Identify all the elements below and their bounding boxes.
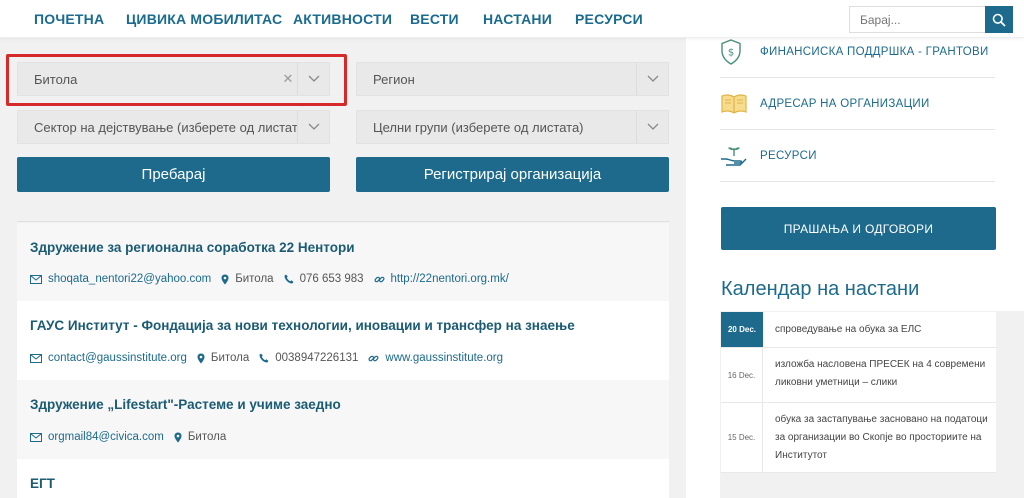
phone-icon: [259, 353, 269, 363]
calendar-title: Календар на настани: [721, 278, 920, 300]
event-text[interactable]: спроведување на обука за ЕЛС: [775, 321, 988, 339]
event-text[interactable]: обука за застапување засновано на подато…: [775, 411, 988, 465]
envelope-icon: [30, 274, 42, 284]
result-city: Битола: [210, 352, 250, 364]
sidebar-item-label: ФИНАНСИСКА ПОДДРШКА - ГРАНТОВИ: [760, 45, 989, 58]
event-date: 16 Dec.: [721, 348, 763, 402]
result-website[interactable]: www.gaussinstitute.org: [385, 352, 503, 364]
search-input[interactable]: [849, 6, 985, 33]
result-email[interactable]: shoqata_nentori22@yahoo.com: [48, 273, 211, 285]
result-email[interactable]: orgmail84@civica.com: [48, 431, 164, 443]
nav-resources[interactable]: РЕСУРСИ: [575, 11, 643, 27]
result-meta: orgmail84@civica.com Битола: [30, 431, 226, 443]
top-navigation: ПОЧЕТНА ЦИВИКА МОБИЛИТАС АКТИВНОСТИ ВЕСТ…: [0, 0, 1024, 38]
region-select-value: Регион: [373, 71, 415, 87]
sidebar-item-label: АДРЕСАР НА ОРГАНИЗАЦИИ: [760, 97, 930, 110]
hand-plant-icon: [720, 144, 760, 168]
money-shield-icon: $: [720, 38, 760, 65]
phone-icon: [284, 274, 294, 284]
event-text[interactable]: изложба насловена ПРЕСЕК на 4 современи …: [775, 356, 988, 392]
nav-activities[interactable]: АКТИВНОСТИ: [293, 11, 392, 27]
result-title[interactable]: Здружение за регионална соработка 22 Нен…: [30, 240, 355, 255]
sector-select[interactable]: Сектор на дејствување (изберете од листа…: [17, 110, 330, 144]
result-phone: 076 653 983: [299, 273, 364, 285]
result-email[interactable]: contact@gaussinstitute.org: [48, 352, 187, 364]
sidebar-item-label: РЕСУРСИ: [760, 149, 817, 162]
result-meta: contact@gaussinstitute.org Битола 003894…: [30, 352, 503, 364]
register-organization-button[interactable]: Регистрирај организација: [356, 157, 669, 192]
target-groups-select-value: Целни групи (изберете од листата): [373, 119, 584, 135]
target-groups-select[interactable]: Целни групи (изберете од листата): [356, 110, 669, 144]
result-city: Битола: [235, 273, 274, 285]
result-card: Здружение за регионална соработка 22 Нен…: [17, 223, 669, 301]
envelope-icon: [30, 353, 42, 363]
link-icon: [374, 274, 385, 285]
svg-text:$: $: [728, 47, 734, 58]
result-meta: shoqata_nentori22@yahoo.com Битола 076 6…: [30, 273, 509, 285]
link-icon: [368, 353, 379, 364]
result-title[interactable]: ГАУС Институт - Фондација за нови технол…: [30, 318, 575, 333]
book-icon: [720, 93, 760, 115]
sidebar-item-directory[interactable]: АДРЕСАР НА ОРГАНИЗАЦИИ: [720, 78, 995, 130]
sidebar-item-resources[interactable]: РЕСУРСИ: [720, 130, 995, 182]
result-card: ГАУС Институт - Фондација за нови технол…: [17, 301, 669, 380]
result-city: Битола: [187, 431, 227, 443]
map-pin-icon: [197, 353, 205, 364]
search-submit-button[interactable]: Пребарај: [17, 157, 330, 192]
nav-events[interactable]: НАСТАНИ: [483, 11, 552, 27]
sector-select-value: Сектор на дејствување (изберете од листа…: [34, 119, 297, 135]
faq-button[interactable]: ПРАШАЊА И ОДГОВОРИ: [721, 207, 996, 250]
envelope-icon: [30, 432, 42, 442]
chevron-down-icon[interactable]: [297, 111, 329, 143]
event-date: 20 Dec.: [721, 312, 763, 347]
nav-home[interactable]: ПОЧЕТНА: [34, 11, 104, 27]
result-card: ЕГТ: [17, 459, 669, 498]
event-date: 15 Dec.: [721, 403, 763, 472]
result-website[interactable]: http://22nentori.org.mk/: [391, 273, 509, 285]
divider: [17, 221, 669, 222]
map-pin-icon: [174, 432, 182, 443]
search-button[interactable]: [985, 6, 1013, 33]
calendar-event[interactable]: 15 Dec. обука за застапување засновано н…: [721, 403, 996, 473]
city-select-value: Битола: [34, 71, 78, 87]
nav-civica-mobilitas[interactable]: ЦИВИКА МОБИЛИТАС: [126, 11, 282, 27]
region-select[interactable]: Регион: [356, 62, 669, 96]
result-card: Здружение „Lifestart"-Растеме и учиме за…: [17, 380, 669, 459]
nav-news[interactable]: ВЕСТИ: [410, 11, 459, 27]
calendar-event[interactable]: 20 Dec. спроведување на обука за ЕЛС: [721, 312, 996, 348]
result-title[interactable]: Здружение „Lifestart"-Растеме и учиме за…: [30, 397, 341, 412]
map-pin-icon: [221, 274, 229, 285]
chevron-down-icon[interactable]: [636, 111, 668, 143]
calendar-event[interactable]: 16 Dec. изложба насловена ПРЕСЕК на 4 со…: [721, 348, 996, 403]
chevron-down-icon[interactable]: [297, 63, 329, 95]
city-select[interactable]: Битола ✕: [17, 62, 330, 96]
clear-icon[interactable]: ✕: [279, 71, 297, 87]
result-title[interactable]: ЕГТ: [30, 476, 55, 491]
search-icon: [992, 13, 1006, 27]
chevron-down-icon[interactable]: [636, 63, 668, 95]
result-phone: 0038947226131: [275, 352, 359, 364]
